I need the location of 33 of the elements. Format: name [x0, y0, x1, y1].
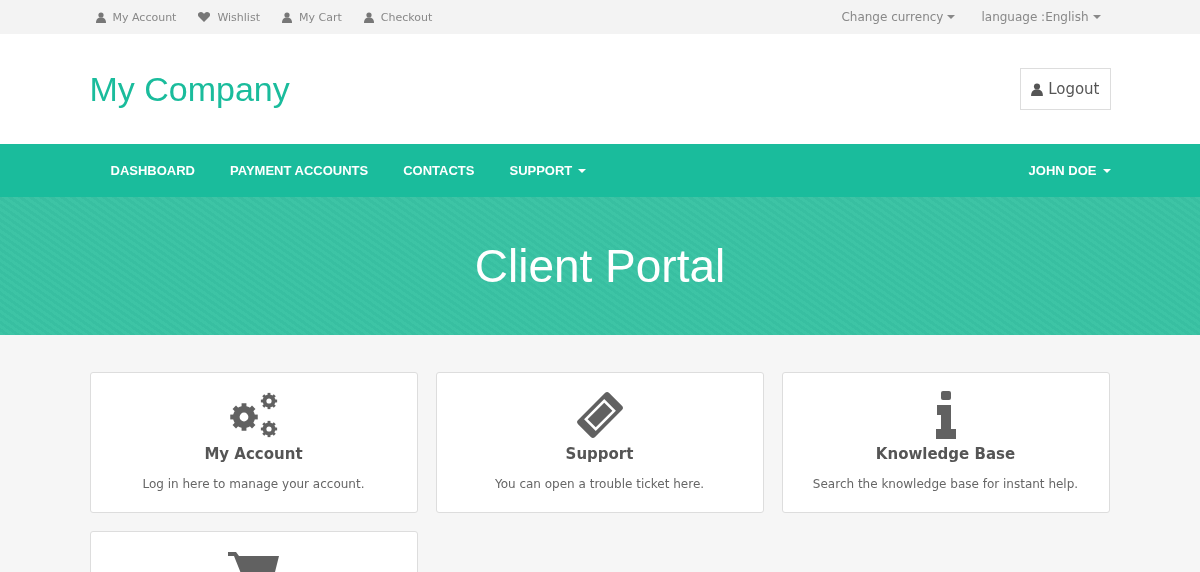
logout-button[interactable]: Logout [1020, 68, 1111, 110]
portal-card[interactable]: Support You can open a trouble ticket here. [435, 372, 764, 513]
info-icon [934, 391, 957, 439]
card-description: You can open a trouble ticket here. [494, 477, 705, 491]
top-bar-link[interactable]: My Account [95, 10, 177, 24]
card-title: Knowledge Base [875, 445, 1016, 463]
dropdown-toggle[interactable]: Change currency [841, 10, 956, 24]
user-icon [1031, 82, 1044, 96]
card-title: My Account [204, 445, 303, 463]
nav-item[interactable]: CONTACTS [403, 163, 475, 178]
nav-item[interactable]: DASHBOARD [110, 163, 195, 178]
card-title: Support [565, 445, 634, 463]
user-menu[interactable]: JOHN DOE [1028, 163, 1111, 178]
user-icon [363, 11, 374, 23]
page-title: Client Portal [474, 239, 726, 293]
nav-item[interactable]: PAYMENT ACCOUNTS [230, 163, 369, 178]
top-bar-link[interactable]: My Cart [282, 10, 342, 24]
portal-card[interactable]: My Account Log in here to manage your account. [89, 372, 418, 513]
top-bar-link[interactable]: Checkout [363, 10, 433, 24]
nav-item[interactable]: SUPPORT [509, 163, 587, 178]
company-logo[interactable]: My Company [89, 69, 290, 109]
card-description: Log in here to manage your account. [142, 477, 365, 491]
user-icon [95, 11, 106, 23]
card-description: Search the knowledge base for instant help. [812, 477, 1079, 491]
caret-icon [1092, 15, 1101, 19]
portal-card[interactable]: Knowledge Base Search the knowledge base for instant help. [781, 372, 1110, 513]
caret-icon [578, 168, 587, 173]
caret-icon [1102, 168, 1111, 173]
top-bar-link[interactable]: Wishlist [198, 10, 260, 24]
dropdown-toggle[interactable]: language :English [981, 10, 1101, 24]
user-icon [282, 11, 292, 23]
heart-icon [198, 12, 211, 22]
caret-icon [947, 15, 956, 19]
